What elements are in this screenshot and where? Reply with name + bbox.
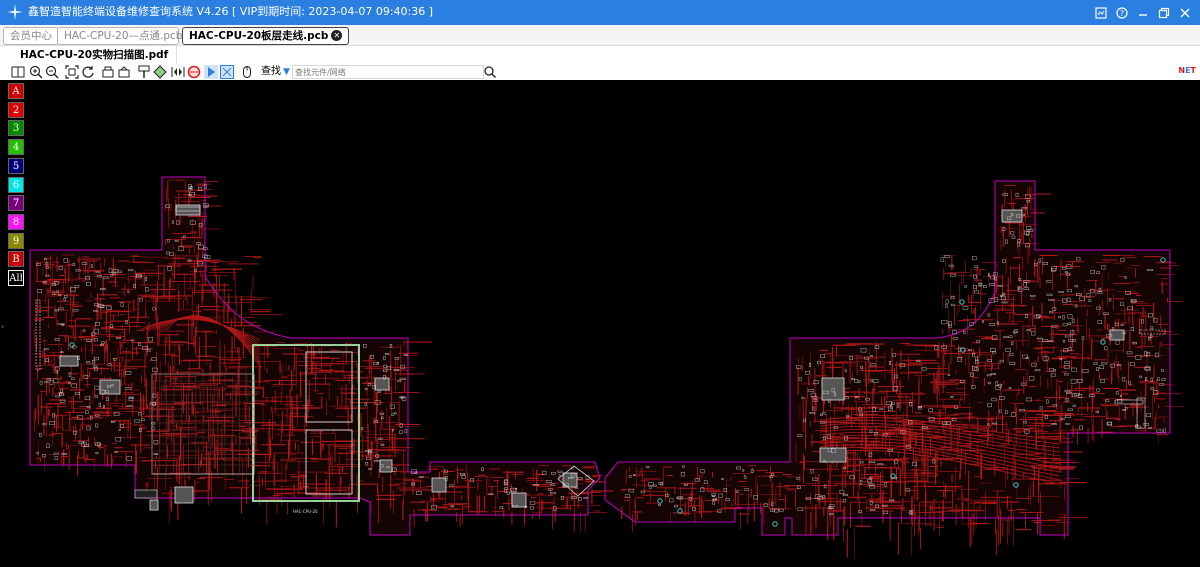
find-label: 查找 (261, 66, 281, 77)
help-icon[interactable]: ? (1112, 3, 1131, 22)
probe-icon[interactable] (137, 65, 151, 79)
close-tab-icon[interactable]: ✕ (331, 30, 343, 41)
layer-button-9[interactable]: 9 (8, 232, 24, 249)
pointer-mode-icon[interactable] (204, 65, 218, 79)
layer-button-b[interactable]: B (8, 251, 24, 268)
board-label: HAC-CPU-20 (293, 509, 318, 514)
tab-pcb-dot[interactable]: HAC-CPU-20—点通.pcb (57, 27, 182, 45)
restore-icon[interactable] (1154, 3, 1173, 22)
minimize-icon[interactable] (1133, 3, 1152, 22)
tab-label: HAC-CPU-20板层走线.pcb (189, 30, 329, 42)
title-bar: 鑫智造智能终端设备维修查询系统 V4.26 [ VIP到期时间: 2023-04… (0, 0, 1200, 25)
flip-bottom-icon[interactable] (117, 65, 131, 79)
layer-button-7[interactable]: 7 (8, 195, 24, 212)
diamond-icon[interactable] (153, 65, 167, 79)
mirror-icon[interactable] (171, 65, 185, 79)
document-tab-bar: HAC-CPU-20实物扫描图.pdf (0, 46, 1200, 65)
zoom-in-icon[interactable] (29, 65, 43, 79)
layer-button-6[interactable]: 6 (8, 176, 24, 193)
tab-bar: 会员中心 HAC-CPU-20—点通.pcb HAC-CPU-20板层走线.pc… (0, 25, 1200, 46)
highlight-net-icon[interactable] (187, 65, 201, 79)
fit-view-icon[interactable] (65, 65, 79, 79)
search-input[interactable] (292, 65, 484, 79)
layer-button-4[interactable]: 4 (8, 139, 24, 156)
layer-button-3[interactable]: 3 (8, 120, 24, 137)
search-icon[interactable] (484, 65, 496, 79)
skin-icon[interactable] (1091, 3, 1110, 22)
find-dropdown-icon[interactable]: ▼ (283, 65, 290, 79)
tab-member-center[interactable]: 会员中心 (3, 27, 59, 45)
svg-text:?: ? (1119, 9, 1123, 18)
panel-collapse-icon[interactable]: › (1, 322, 4, 331)
tab-scan-pdf[interactable]: HAC-CPU-20实物扫描图.pdf (12, 46, 178, 64)
close-icon[interactable] (1175, 3, 1194, 22)
layer-button-a[interactable]: A (8, 83, 24, 99)
layer-button-2[interactable]: 2 (8, 101, 24, 118)
board-view-icon[interactable] (220, 65, 234, 79)
rotate-icon[interactable] (81, 65, 95, 79)
layer-button-5[interactable]: 5 (8, 157, 24, 174)
flip-top-icon[interactable] (101, 65, 115, 79)
mouse-icon[interactable] (240, 65, 254, 79)
zoom-out-icon[interactable] (45, 65, 59, 79)
window-title: 鑫智造智能终端设备维修查询系统 V4.26 [ VIP到期时间: 2023-04… (28, 5, 434, 18)
toolbar: 查找 ▼ NET (0, 64, 1200, 81)
split-view-icon[interactable] (11, 65, 25, 79)
pcb-canvas[interactable]: HAC-CPU-20 (0, 80, 1200, 567)
layer-button-8[interactable]: 8 (8, 213, 24, 230)
app-logo-icon (7, 4, 23, 20)
net-label: NET (1178, 66, 1196, 75)
layer-button-all[interactable]: All (8, 270, 24, 286)
tab-pcb-layers[interactable]: HAC-CPU-20板层走线.pcb ✕ (182, 27, 350, 45)
layer-panel: A 2 3 4 5 6 7 8 9 B All (0, 80, 30, 567)
